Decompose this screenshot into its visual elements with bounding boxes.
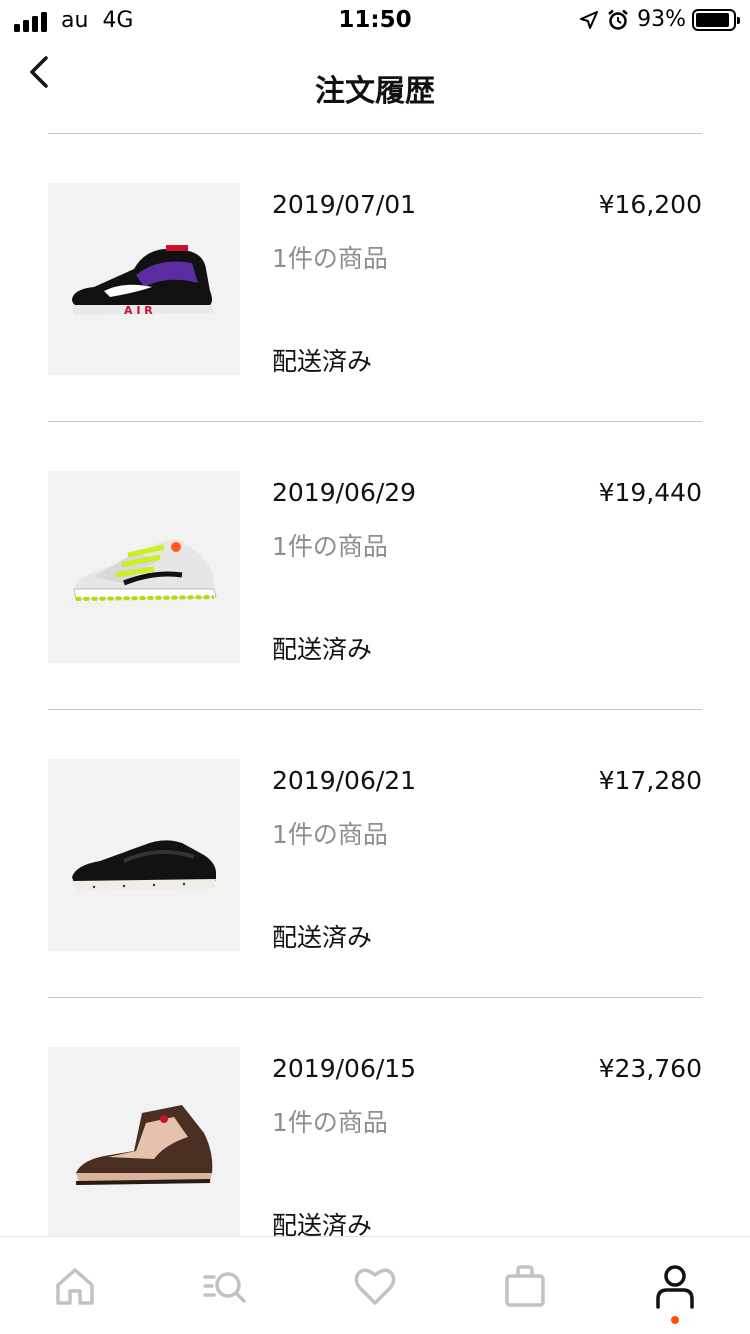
order-date: 2019/06/29 (272, 478, 417, 507)
tab-favorites[interactable] (300, 1237, 450, 1334)
page-title: 注文履歴 (315, 74, 435, 109)
tab-search[interactable] (150, 1237, 300, 1334)
active-tab-indicator (671, 1316, 679, 1324)
order-price: ¥23,760 (598, 1054, 702, 1083)
order-item-count: 1件の商品 (272, 532, 388, 561)
order-price: ¥19,440 (598, 478, 702, 507)
order-item-count: 1件の商品 (272, 244, 388, 273)
bag-icon (505, 1264, 545, 1307)
sneaker-brown-high-image (75, 1105, 213, 1185)
tab-home[interactable] (0, 1237, 150, 1334)
order-status: 配送済み (272, 1211, 373, 1236)
order-status: 配送済み (272, 347, 373, 376)
tab-profile[interactable] (600, 1237, 750, 1334)
status-right: 93% (579, 7, 740, 32)
order-row[interactable]: 2019/06/21 ¥17,280 1件の商品 配送済み (0, 710, 750, 998)
order-status: 配送済み (272, 923, 373, 952)
profile-icon (656, 1264, 694, 1309)
header: 注文履歴 (0, 40, 750, 134)
sneaker-white-volt-image (73, 540, 217, 601)
tab-bar (0, 1236, 750, 1334)
order-date: 2019/06/15 (272, 1054, 417, 1083)
heart-icon (354, 1268, 396, 1305)
battery-fill (696, 12, 730, 27)
order-price: ¥16,200 (598, 190, 702, 219)
status-bar: au 4G 11:50 93% (0, 0, 750, 40)
product-thumbnail (48, 471, 240, 663)
alarm-icon (608, 9, 628, 30)
order-date: 2019/06/21 (272, 766, 417, 795)
order-row[interactable]: A I R 2019/07/01 ¥16,200 1件の商品 配送済み (0, 134, 750, 422)
order-list[interactable]: A I R 2019/07/01 ¥16,200 1件の商品 配送済み 2019… (0, 134, 750, 1236)
product-thumbnail (48, 759, 240, 951)
order-status: 配送済み (272, 635, 373, 664)
battery-percentage: 93% (637, 7, 686, 32)
order-price: ¥17,280 (598, 766, 702, 795)
order-item-count: 1件の商品 (272, 820, 388, 849)
product-thumbnail: A I R (48, 183, 240, 375)
order-date: 2019/07/01 (272, 190, 417, 219)
tab-bag[interactable] (450, 1237, 600, 1334)
svg-text:A I R: A I R (124, 304, 153, 317)
search-list-icon (203, 1271, 246, 1303)
order-row[interactable]: 2019/06/15 ¥23,760 1件の商品 配送済み (0, 998, 750, 1236)
sneaker-black-purple-image: A I R (72, 245, 214, 317)
order-row[interactable]: 2019/06/29 ¥19,440 1件の商品 配送済み (0, 422, 750, 710)
battery-icon (692, 8, 740, 31)
product-thumbnail (48, 1047, 240, 1236)
sneaker-black-low-image (72, 840, 216, 891)
location-arrow-icon (580, 10, 599, 29)
order-item-count: 1件の商品 (272, 1108, 388, 1137)
home-icon (56, 1267, 94, 1305)
